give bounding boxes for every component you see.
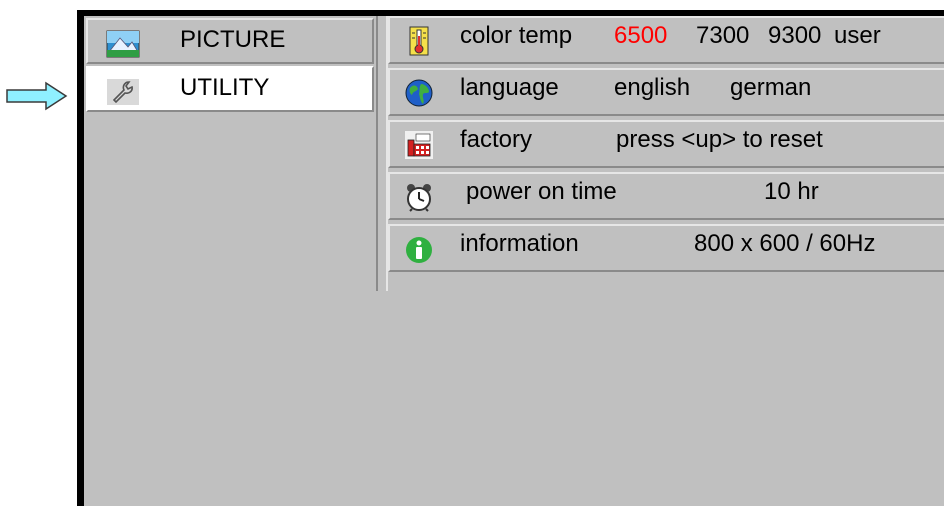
setting-language[interactable]: language english german	[388, 68, 944, 116]
color-temp-option-9300[interactable]: 9300	[768, 22, 821, 50]
menu-item-label: PICTURE	[180, 26, 286, 53]
info-icon	[406, 237, 432, 263]
information-value: 800 x 600 / 60Hz	[694, 230, 876, 257]
setting-label: information	[460, 230, 579, 257]
wrench-icon	[107, 79, 139, 105]
thermometer-icon	[409, 26, 429, 56]
setting-color-temp[interactable]: color temp 6500 7300 9300 user	[388, 16, 944, 64]
setting-label: language	[460, 74, 559, 101]
osd-panel: PICTURE UTILITY color temp 6500 7300 930…	[84, 16, 944, 506]
setting-label: color temp	[460, 22, 573, 49]
osd-menu: PICTURE UTILITY color temp 6500 7300 930…	[77, 10, 944, 506]
setting-power-on-time[interactable]: power on time 10 hr	[388, 172, 944, 220]
globe-icon	[405, 79, 433, 107]
divider	[376, 16, 388, 291]
language-option-english[interactable]: english	[614, 74, 690, 102]
setting-information[interactable]: information 800 x 600 / 60Hz	[388, 224, 944, 272]
color-temp-option-user[interactable]: user	[834, 22, 881, 50]
language-option-german[interactable]: german	[730, 74, 811, 102]
menu-item-label: UTILITY	[180, 74, 270, 101]
right-arrow-icon	[6, 81, 68, 111]
setting-label: factory	[460, 126, 533, 153]
factory-icon	[405, 131, 433, 159]
setting-label: power on time	[466, 178, 617, 205]
landscape-icon	[106, 30, 140, 58]
color-temp-option-7300[interactable]: 7300	[696, 22, 749, 50]
factory-reset-hint: press <up> to reset	[616, 126, 823, 153]
color-temp-option-6500[interactable]: 6500	[614, 22, 667, 50]
setting-factory[interactable]: factory press <up> to reset	[388, 120, 944, 168]
alarm-clock-icon	[407, 184, 431, 212]
power-on-time-value: 10 hr	[764, 178, 819, 205]
menu-item-utility[interactable]: UTILITY	[86, 66, 374, 112]
menu-item-picture[interactable]: PICTURE	[86, 18, 374, 64]
